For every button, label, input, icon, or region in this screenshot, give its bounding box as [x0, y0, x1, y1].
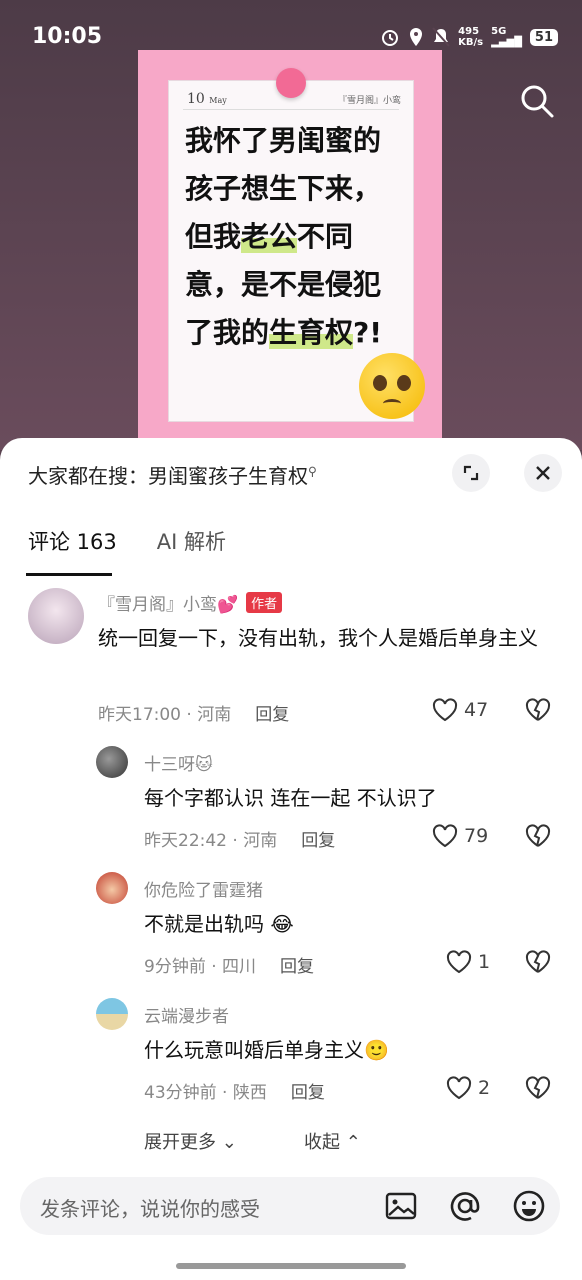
expand-more-button[interactable]: 展开更多 ⌄ — [144, 1128, 237, 1154]
poster-date: 10 May — [187, 91, 227, 107]
comment-meta: 昨天17:00 · 河南 回复 — [98, 705, 290, 725]
battery-level: 51 — [529, 28, 558, 46]
status-icons: 495 KB/s 5G ▂▄▆█ 51 — [380, 26, 558, 48]
pin-icon — [276, 68, 306, 98]
reply-button[interactable]: 回复 — [291, 1083, 325, 1103]
like-count: 79 — [464, 825, 489, 847]
close-icon — [536, 466, 550, 480]
broken-heart-icon[interactable] — [525, 698, 551, 722]
comment-username[interactable]: 十三呀🐱 — [144, 750, 213, 775]
comment-meta: 昨天22:42 · 河南 回复 — [144, 831, 336, 851]
comment-meta: 9分钟前 · 四川 回复 — [144, 957, 315, 977]
chevron-up-icon: ⌃ — [345, 1132, 361, 1153]
collapse-button[interactable]: 收起 ⌃ — [304, 1128, 361, 1154]
hot-search-term[interactable]: 男闺蜜孩子生育权 — [148, 464, 308, 488]
tab-bar: 评论 163 AI 解析 — [26, 526, 226, 576]
comment-username[interactable]: 云端漫步者 — [144, 1002, 229, 1027]
avatar[interactable] — [96, 998, 128, 1030]
comment-text: 每个字都认识 连在一起 不认识了 — [144, 786, 437, 810]
video-poster[interactable]: 10 May 『雪月阁』小鸾 我怀了男闺蜜的孩子想生下来，但我老公不同意，是不是… — [138, 50, 442, 442]
comment-sheet: 大家都在搜：男闺蜜孩子生育权⚲ 评论 163 AI 解析 『雪月阁』小鸾💕 作者 … — [0, 438, 582, 1280]
mention-icon[interactable] — [448, 1189, 482, 1223]
broken-heart-icon[interactable] — [525, 950, 551, 974]
hot-search-label: 大家都在搜： — [28, 464, 148, 488]
chevron-down-icon: ⌄ — [221, 1132, 237, 1153]
image-icon[interactable] — [384, 1189, 418, 1223]
like-button[interactable]: 1 — [446, 950, 490, 974]
poster-paper: 10 May 『雪月阁』小鸾 我怀了男闺蜜的孩子想生下来，但我老公不同意，是不是… — [168, 80, 425, 422]
signal-indicator: 5G ▂▄▆█ — [491, 26, 522, 48]
like-count: 1 — [478, 951, 491, 973]
network-speed: 495 KB/s — [458, 26, 484, 48]
reply-button[interactable]: 回复 — [280, 957, 314, 977]
broken-heart-icon[interactable] — [525, 824, 551, 848]
heart-icon — [446, 1076, 472, 1100]
reply-button[interactable]: 回复 — [255, 705, 289, 725]
alarm-icon — [382, 30, 399, 46]
location-icon — [410, 28, 423, 46]
like-button[interactable]: 2 — [446, 1076, 490, 1100]
like-count: 47 — [464, 699, 489, 721]
avatar[interactable] — [28, 588, 84, 644]
mute-bell-icon — [432, 27, 450, 47]
tab-comments[interactable]: 评论 163 — [26, 526, 117, 576]
like-button[interactable]: 47 — [432, 698, 488, 722]
close-button[interactable] — [524, 454, 562, 492]
comment-text: 不就是出轨吗 😂 — [144, 912, 294, 936]
status-time: 10:05 — [32, 24, 103, 49]
search-icon[interactable] — [518, 82, 556, 120]
tab-ai-analysis[interactable]: AI 解析 — [157, 526, 226, 556]
expand-button[interactable] — [452, 454, 490, 492]
pleading-face-icon — [359, 353, 425, 419]
comment-meta: 43分钟前 · 陕西 回复 — [144, 1083, 325, 1103]
hot-search[interactable]: 大家都在搜：男闺蜜孩子生育权⚲ — [28, 460, 317, 489]
like-button[interactable]: 79 — [432, 824, 488, 848]
comment-input-placeholder: 发条评论，说说你的感受 — [40, 1197, 260, 1221]
heart-icon — [432, 824, 458, 848]
comment-username[interactable]: 你危险了雷霆猪 — [144, 876, 263, 901]
like-count: 2 — [478, 1077, 491, 1099]
avatar[interactable] — [96, 746, 128, 778]
small-search-icon: ⚲ — [308, 464, 317, 479]
poster-title: 我怀了男闺蜜的孩子想生下来，但我老公不同意，是不是侵犯了我的生育权?! — [185, 124, 383, 349]
comment-text: 统一回复一下，没有出轨，我个人是婚后单身主义 — [98, 626, 538, 650]
poster-brand: 『雪月阁』小鸾 — [337, 96, 401, 106]
heart-icon — [432, 698, 458, 722]
fullscreen-icon — [463, 465, 479, 481]
broken-heart-icon[interactable] — [525, 1076, 551, 1100]
home-indicator[interactable] — [176, 1263, 406, 1269]
smile-sweat-icon: 🙂 — [364, 1038, 389, 1062]
heart-icon — [446, 950, 472, 974]
emoji-icon[interactable] — [512, 1189, 546, 1223]
avatar[interactable] — [96, 872, 128, 904]
comment-text: 什么玩意叫婚后单身主义🙂 — [144, 1038, 389, 1062]
comment-input[interactable]: 发条评论，说说你的感受 — [20, 1177, 560, 1235]
poster-divider — [183, 109, 399, 110]
author-badge: 作者 — [246, 592, 283, 613]
laughing-crying-icon: 😂 — [264, 912, 294, 936]
comment-username[interactable]: 『雪月阁』小鸾💕 作者 — [98, 590, 283, 615]
reply-button[interactable]: 回复 — [301, 831, 335, 851]
